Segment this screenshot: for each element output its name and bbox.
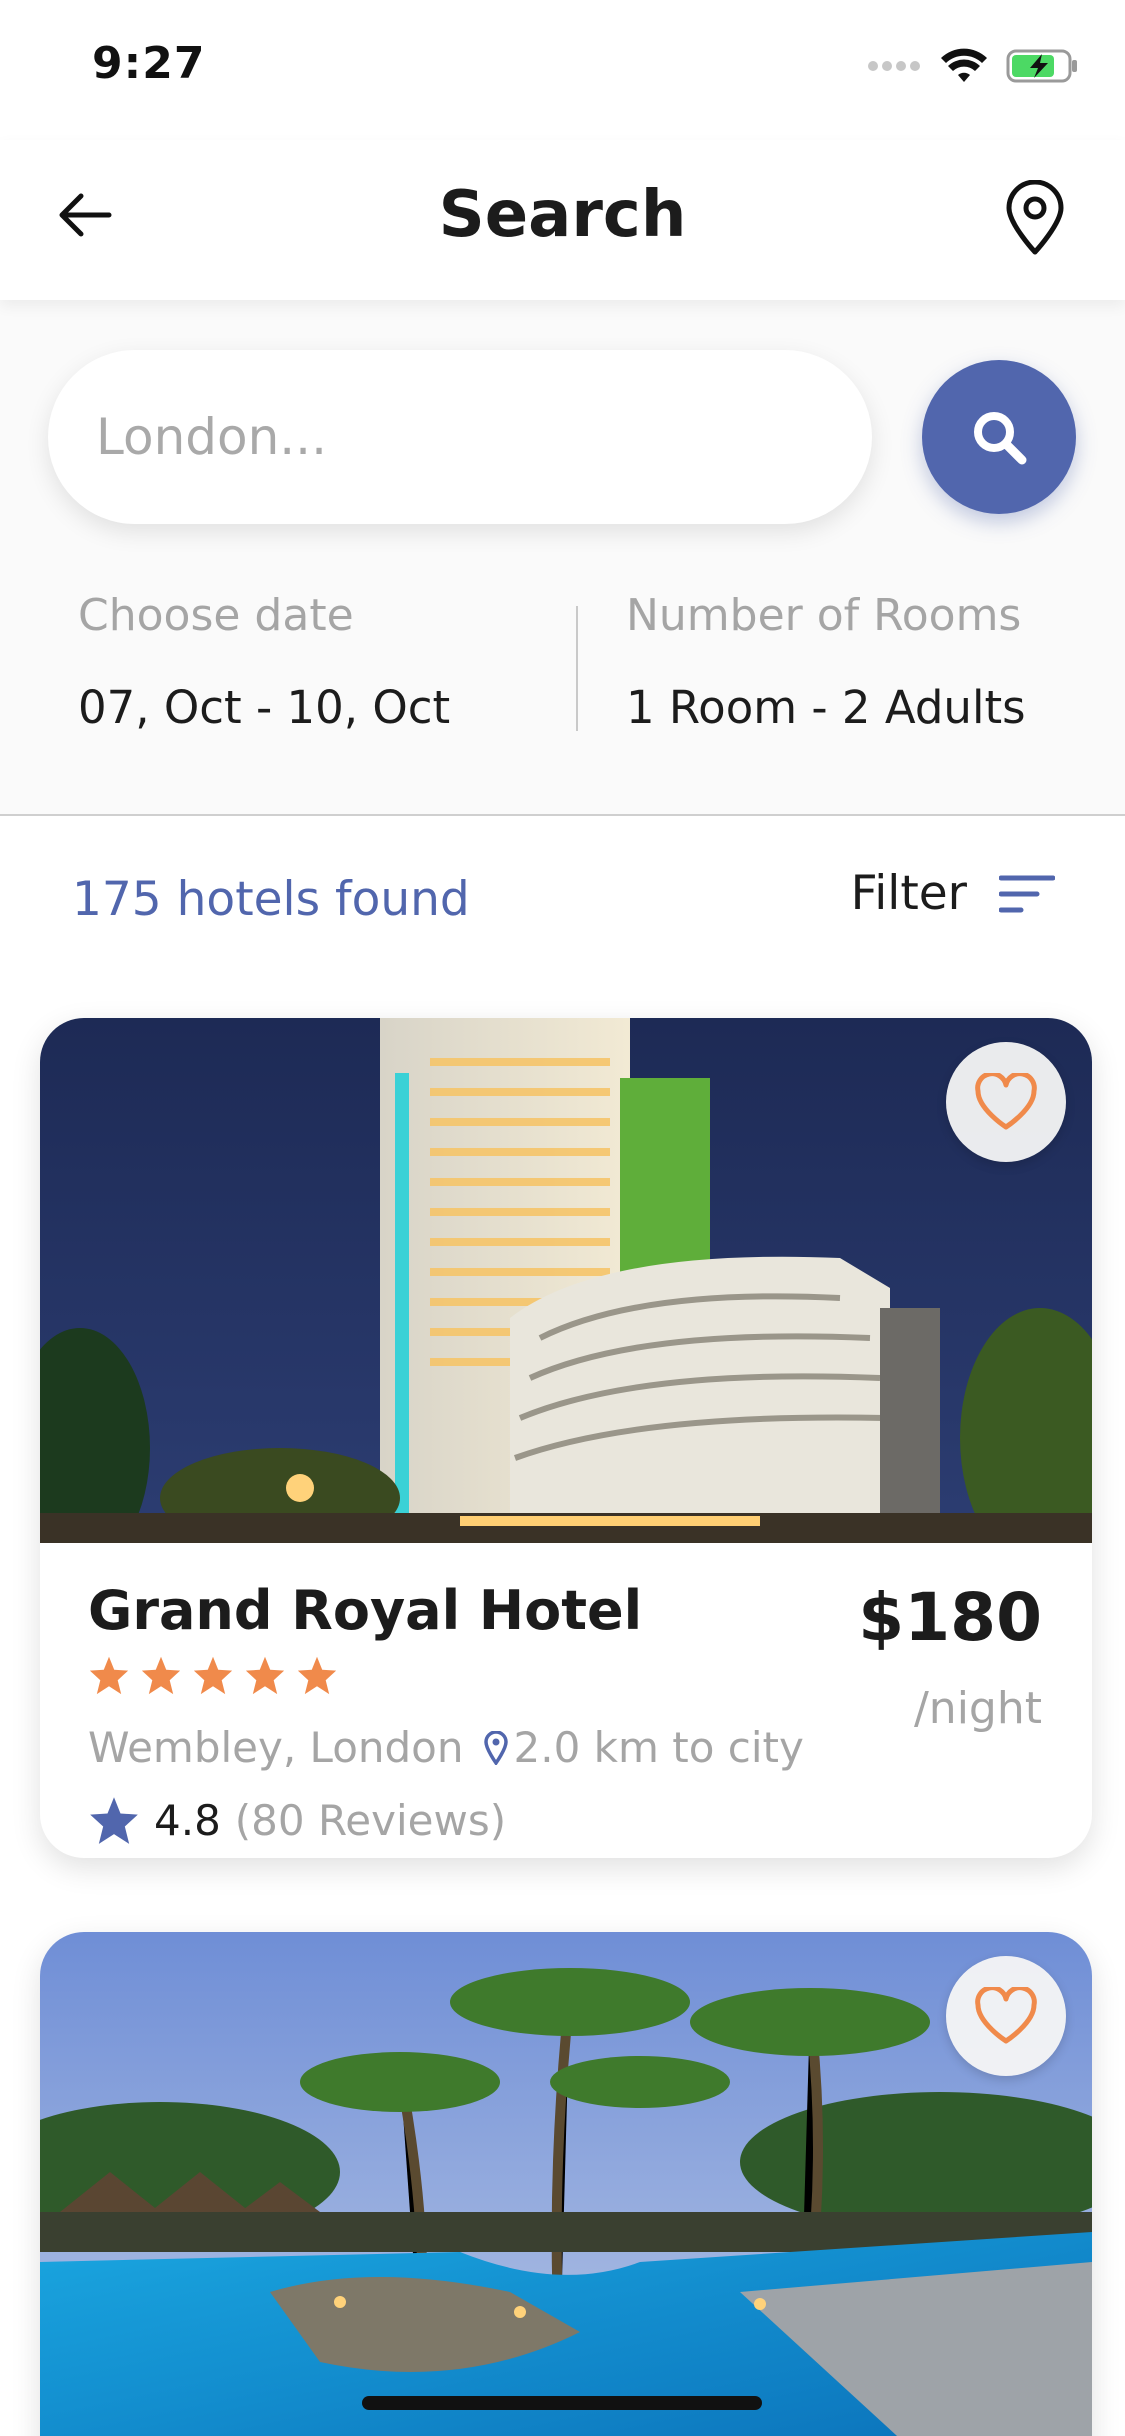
hotel-photo: [40, 1932, 1092, 2436]
hotel-photo: [40, 1018, 1092, 1543]
nav-bar: Search: [0, 140, 1125, 300]
section-divider: [0, 814, 1125, 816]
hotel-card[interactable]: [40, 1932, 1092, 2436]
page-title: Search: [438, 178, 687, 252]
location-button[interactable]: [995, 178, 1075, 258]
search-icon: [974, 412, 1027, 465]
search-input[interactable]: [48, 350, 872, 524]
star-icon: [193, 1656, 233, 1695]
rooms-value: 1 Room - 2 Adults: [626, 681, 1026, 734]
filter-button[interactable]: Filter: [851, 866, 1055, 921]
heart-outline-icon: [975, 1073, 1037, 1130]
distance-text: 2.0 km to city: [513, 1723, 804, 1772]
map-pin-icon: [1006, 180, 1064, 255]
heart-outline-icon: [975, 1987, 1037, 2044]
search-button[interactable]: [922, 360, 1076, 514]
wifi-icon: [941, 48, 987, 82]
review-count: (80 Reviews): [234, 1795, 507, 1845]
home-indicator[interactable]: [362, 2396, 762, 2410]
hotel-name: Grand Royal Hotel: [88, 1579, 643, 1642]
status-bar: 9:27: [0, 0, 1125, 140]
star-icon: [90, 1797, 138, 1844]
star-icon: [89, 1656, 129, 1695]
star-icon: [297, 1656, 337, 1695]
rating-value: 4.8: [154, 1795, 221, 1845]
favorite-button[interactable]: [946, 1042, 1066, 1162]
date-picker[interactable]: Choose date 07, Oct - 10, Oct: [78, 590, 558, 760]
hotel-info: Grand Royal Hotel Wembley, London 2.0 km…: [40, 1543, 1092, 1858]
star-rating: [88, 1655, 338, 1695]
distance: 2.0 km to city: [483, 1723, 804, 1772]
search-area: Choose date 07, Oct - 10, Oct Number of …: [0, 300, 1125, 815]
rooms-label: Number of Rooms: [626, 590, 1022, 641]
battery-icon: [1006, 49, 1077, 83]
hotel-location: Wembley, London 2.0 km to city: [88, 1723, 804, 1772]
reviews: 4.8 (80 Reviews): [88, 1795, 506, 1845]
filter-lines-icon: [999, 875, 1055, 912]
star-icon: [141, 1656, 181, 1695]
location-text: Wembley, London: [88, 1723, 464, 1772]
location-pin-icon: [483, 1730, 508, 1765]
price-unit: /night: [913, 1683, 1042, 1734]
hotel-card[interactable]: Grand Royal Hotel Wembley, London 2.0 km…: [40, 1018, 1092, 1858]
results-count: 175 hotels found: [72, 872, 470, 927]
favorite-button[interactable]: [946, 1956, 1066, 2076]
status-icons: [866, 48, 1080, 84]
date-value: 07, Oct - 10, Oct: [78, 681, 451, 734]
filter-label: Filter: [850, 866, 967, 921]
star-icon: [245, 1656, 285, 1695]
date-label: Choose date: [78, 590, 354, 641]
price: $180: [858, 1579, 1042, 1656]
rooms-picker[interactable]: Number of Rooms 1 Room - 2 Adults: [626, 590, 1106, 760]
signal-icon: [868, 61, 920, 71]
vertical-divider: [576, 606, 578, 731]
status-time: 9:27: [92, 38, 206, 89]
